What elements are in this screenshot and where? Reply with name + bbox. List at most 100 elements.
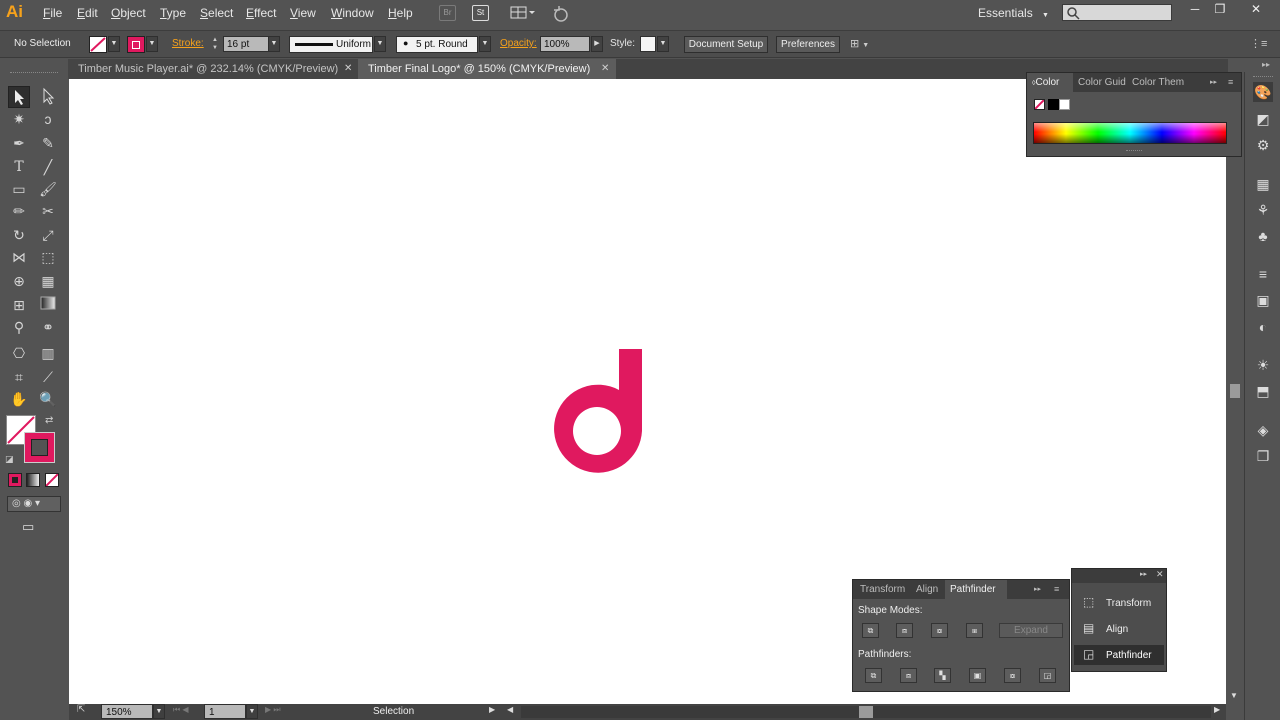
crop-icon[interactable]: ▣: [969, 668, 986, 683]
panel-menu-icon[interactable]: ⋮≡: [1250, 37, 1268, 53]
artboard-dropdown[interactable]: ▼: [246, 704, 258, 719]
vertical-scrollbar[interactable]: ▼: [1228, 79, 1242, 704]
fill-swatch[interactable]: [89, 36, 107, 53]
menu-edit[interactable]: Edit: [77, 6, 98, 20]
scissors-tool[interactable]: ✂: [37, 200, 59, 222]
menu-window[interactable]: Window: [331, 6, 374, 20]
expand-panel-icon[interactable]: ▸▸: [1205, 73, 1221, 92]
menu-object[interactable]: Object: [111, 6, 146, 20]
menu-view[interactable]: View: [290, 6, 316, 20]
tab-color-themes[interactable]: Color Them: [1127, 73, 1205, 92]
vertical-scroll-thumb[interactable]: [1230, 384, 1240, 398]
brush-select[interactable]: ● 5 pt. Round: [396, 36, 478, 53]
line-segment-tool[interactable]: ╱: [37, 156, 59, 178]
color-themes-icon[interactable]: ⚙: [1253, 135, 1273, 155]
brush-dropdown[interactable]: ▼: [479, 36, 491, 52]
close-panel-icon[interactable]: ✕: [1156, 569, 1164, 580]
close-tab-icon[interactable]: ✕: [344, 59, 352, 79]
color-guide-icon[interactable]: ◩: [1253, 109, 1273, 129]
slice-tool[interactable]: ⟋: [37, 366, 59, 388]
hand-tool[interactable]: ✋: [8, 388, 30, 410]
restore-button[interactable]: ❐: [1206, 0, 1234, 18]
direct-selection-tool[interactable]: [37, 86, 59, 108]
none-swatch[interactable]: [1034, 99, 1045, 110]
tab-timber-final-logo[interactable]: Timber Final Logo* @ 150% (CMYK/Preview)…: [358, 59, 616, 79]
outline-icon[interactable]: ⧇: [1004, 668, 1021, 683]
share-icon[interactable]: ⇱: [77, 704, 91, 719]
graphic-style-dropdown[interactable]: ▼: [657, 36, 669, 52]
arrange-documents-icon[interactable]: [510, 5, 536, 21]
expand-panel-icon[interactable]: ▸▸: [1140, 570, 1147, 578]
timber-logo-artwork[interactable]: [553, 349, 643, 477]
swatches-icon[interactable]: ▦: [1253, 174, 1273, 194]
scroll-down-icon[interactable]: ▼: [1230, 691, 1240, 701]
mesh-tool[interactable]: ⊞: [8, 294, 30, 316]
rotate-tool[interactable]: ↻: [8, 224, 30, 246]
scroll-left-icon[interactable]: ◀: [507, 705, 517, 719]
curvature-tool[interactable]: ✎: [37, 132, 59, 154]
expand-panel-icon[interactable]: ▸▸: [1029, 580, 1045, 599]
minus-back-icon[interactable]: ◲: [1039, 668, 1056, 683]
panel-menu-icon[interactable]: ≡: [1223, 73, 1241, 92]
first-prev-artboard-icons[interactable]: ⏮ ◀: [173, 705, 205, 719]
swap-colors-icon[interactable]: ⇄: [45, 415, 57, 427]
color-mode-icon[interactable]: [8, 473, 22, 487]
paintbrush-tool[interactable]: 🖌: [37, 178, 59, 200]
stroke-label[interactable]: Stroke:: [172, 38, 204, 49]
workspace-switcher[interactable]: Essentials ▼: [972, 3, 1050, 23]
selection-tool[interactable]: [8, 86, 30, 108]
current-tool-status[interactable]: Selection: [373, 706, 414, 717]
column-graph-tool[interactable]: ▥: [37, 342, 59, 364]
tab-timber-music-player[interactable]: Timber Music Player.ai* @ 232.14% (CMYK/…: [68, 59, 358, 79]
panel-item-align[interactable]: ▤ Align: [1074, 619, 1164, 639]
black-swatch[interactable]: [1048, 99, 1059, 110]
scroll-right-icon[interactable]: ▶: [1214, 705, 1224, 719]
opacity-dropdown[interactable]: ▶: [591, 36, 603, 52]
tab-transform[interactable]: Transform: [853, 580, 911, 599]
tab-align[interactable]: Align: [911, 580, 945, 599]
rectangle-tool[interactable]: ▭: [8, 178, 30, 200]
next-last-artboard-icons[interactable]: ▶ ⏭: [265, 705, 295, 719]
artboards-icon[interactable]: ❐: [1253, 446, 1273, 466]
menu-file[interactable]: File: [43, 6, 62, 20]
opacity-field[interactable]: 100%: [540, 36, 590, 52]
perspective-grid-tool[interactable]: ▦: [37, 270, 59, 292]
transparency-icon[interactable]: ◐: [1253, 317, 1273, 337]
document-setup-button[interactable]: Document Setup: [684, 36, 768, 53]
help-search-input[interactable]: [1062, 4, 1172, 21]
gradient-tool[interactable]: [37, 294, 59, 316]
menu-help[interactable]: Help: [388, 6, 413, 20]
brushes-icon[interactable]: ⚘: [1253, 200, 1273, 220]
tab-color[interactable]: ◊Color: [1027, 73, 1073, 92]
gradient-mode-icon[interactable]: [26, 473, 40, 487]
shape-builder-tool[interactable]: ⊕: [8, 270, 30, 292]
menu-effect[interactable]: Effect: [246, 6, 276, 20]
white-swatch[interactable]: [1059, 99, 1070, 110]
gradient-panel-icon[interactable]: ▣: [1253, 290, 1273, 310]
stroke-profile-dropdown[interactable]: ▼: [374, 36, 386, 52]
panel-menu-icon[interactable]: ≡: [1049, 580, 1067, 599]
pen-tool[interactable]: ✒: [8, 132, 30, 154]
symbols-icon[interactable]: ♣: [1253, 226, 1273, 246]
horizontal-scrollbar[interactable]: [521, 706, 1211, 718]
stock-button[interactable]: St: [472, 5, 489, 21]
stroke-weight-field[interactable]: 16 pt: [223, 36, 269, 52]
expand-dock-icon[interactable]: ▸▸: [1262, 60, 1276, 70]
panel-resize-grip[interactable]: [1126, 150, 1142, 153]
close-window-button[interactable]: ✕: [1240, 0, 1272, 18]
sync-icon[interactable]: [551, 5, 571, 23]
intersect-icon[interactable]: ⧇: [931, 623, 948, 638]
expand-button[interactable]: Expand: [999, 623, 1063, 638]
blend-tool[interactable]: ⚭: [37, 316, 59, 338]
tab-color-guide[interactable]: Color Guid: [1073, 73, 1127, 92]
panel-item-transform[interactable]: ⬚ Transform: [1074, 593, 1164, 613]
magic-wand-tool[interactable]: ✷: [8, 108, 30, 130]
stroke-color-dropdown[interactable]: ▼: [146, 36, 158, 52]
zoom-field[interactable]: 150%: [101, 704, 153, 719]
lasso-tool[interactable]: ↄ: [37, 108, 59, 130]
divide-icon[interactable]: ⧉: [865, 668, 882, 683]
tab-pathfinder[interactable]: Pathfinder: [945, 580, 1007, 599]
menu-select[interactable]: Select: [200, 6, 233, 20]
none-mode-icon[interactable]: [45, 473, 59, 487]
close-tab-icon[interactable]: ✕: [601, 59, 609, 79]
